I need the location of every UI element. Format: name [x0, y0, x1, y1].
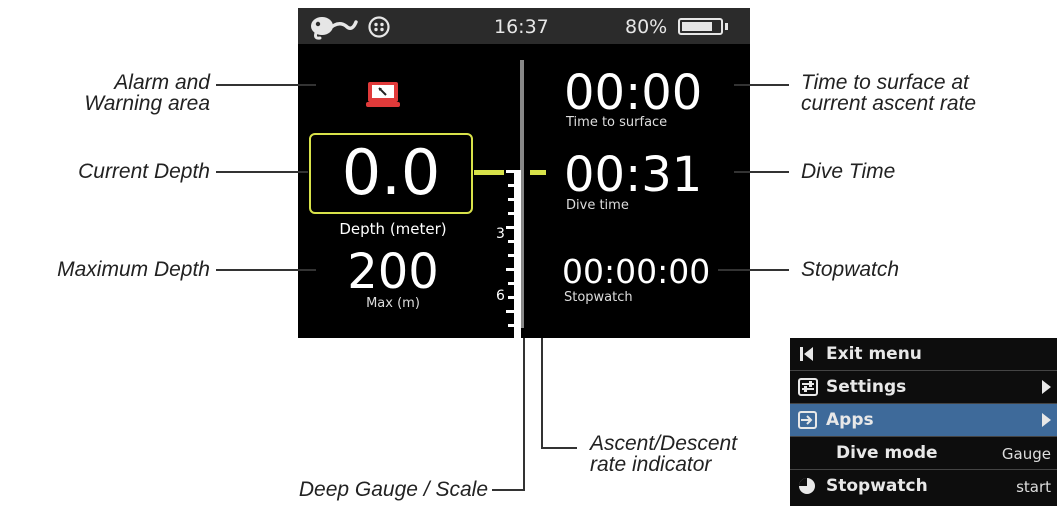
battery-fill — [682, 22, 712, 31]
menu-item-dive-mode[interactable]: Dive mode Gauge — [790, 437, 1057, 470]
device-menu: Exit menu Settings Apps Dive mode Gauge … — [790, 338, 1057, 506]
chevron-right-icon — [1042, 380, 1051, 394]
tts-callout-line2: current ascent rate — [801, 92, 977, 115]
face-icon — [368, 16, 390, 38]
alarm-warning-icon — [366, 82, 400, 107]
depth-gauge: 3 6 — [474, 60, 546, 340]
ascent-callout: Ascent/Descent rate indicator — [590, 433, 737, 475]
menu-item-settings[interactable]: Settings — [790, 371, 1057, 404]
tts-callout: Time to surface at current ascent rate — [801, 72, 1051, 114]
dive-computer-screen: 16:37 80% 0.0 Depth (meter) 200 Max (m) — [298, 8, 750, 340]
alarm-callout-line1: Alarm and — [114, 71, 210, 94]
alarm-callout: Alarm and Warning area — [40, 72, 210, 114]
stopwatch-label: Stopwatch — [564, 290, 633, 305]
menu-item-label: Apps — [826, 410, 874, 430]
current-depth-callout: Current Depth — [78, 160, 210, 183]
menu-item-label: Stopwatch — [826, 476, 928, 496]
clock-time: 16:37 — [494, 16, 549, 38]
settings-icon — [798, 378, 818, 396]
current-depth-value: 0.0 — [341, 136, 441, 209]
current-depth-callout-line — [216, 171, 308, 173]
depth-marker-line — [474, 170, 504, 175]
clock-icon — [799, 478, 815, 494]
battery-percent: 80% — [625, 16, 668, 38]
dive-time-callout: Dive Time — [801, 160, 896, 183]
deep-gauge-callout: Deep Gauge / Scale — [298, 478, 488, 501]
alarm-callout-line2: Warning area — [84, 92, 210, 115]
menu-item-label: Settings — [826, 377, 907, 397]
alarm-callout-line — [216, 84, 316, 86]
maximum-depth-callout: Maximum Depth — [57, 258, 210, 281]
dive-time-callout-line — [734, 171, 789, 173]
max-depth-label: Max (m) — [366, 296, 420, 311]
chevron-right-icon — [1042, 413, 1051, 427]
gauge-callout-horizontal — [492, 489, 525, 491]
current-depth-label: Depth (meter) — [339, 220, 447, 238]
gauge-label-3: 3 — [496, 226, 505, 242]
gauge-callout-vertical — [523, 338, 525, 490]
dive-time-value: 00:31 — [564, 147, 703, 203]
menu-item-apps[interactable]: Apps — [790, 404, 1057, 437]
stopwatch-action-value: start — [1016, 478, 1051, 496]
menu-item-exit[interactable]: Exit menu — [790, 338, 1057, 371]
max-depth-callout-line — [216, 269, 316, 271]
ascent-callout-line1: Ascent/Descent — [590, 432, 738, 455]
menu-item-label: Dive mode — [836, 443, 938, 463]
stopwatch-value: 00:00:00 — [562, 252, 711, 291]
octopus-logo-icon — [311, 17, 358, 40]
menu-item-stopwatch[interactable]: Stopwatch start — [790, 470, 1057, 503]
dive-time-label: Dive time — [566, 198, 629, 213]
ascent-callout-line2: rate indicator — [590, 453, 712, 476]
time-to-surface-label: Time to surface — [566, 115, 668, 130]
current-depth-box: 0.0 — [309, 133, 473, 214]
tts-callout-line — [734, 84, 789, 86]
exit-back-icon — [800, 347, 813, 361]
rate-callout-horizontal — [541, 447, 577, 449]
dive-mode-value: Gauge — [1001, 445, 1051, 463]
apps-enter-icon — [798, 411, 817, 429]
tts-callout-line1: Time to surface at — [801, 71, 969, 94]
time-to-surface-value: 00:00 — [564, 65, 703, 121]
menu-item-label: Exit menu — [826, 344, 922, 364]
max-depth-value: 200 — [347, 244, 439, 300]
status-bar: 16:37 80% — [298, 8, 750, 44]
gauge-label-6: 6 — [496, 288, 505, 304]
rate-callout-vertical — [541, 338, 543, 448]
rate-indicator — [530, 170, 546, 175]
stopwatch-callout-line — [718, 269, 789, 271]
stopwatch-callout: Stopwatch — [801, 258, 900, 281]
battery-tip — [725, 23, 728, 30]
battery-icon — [678, 18, 723, 35]
